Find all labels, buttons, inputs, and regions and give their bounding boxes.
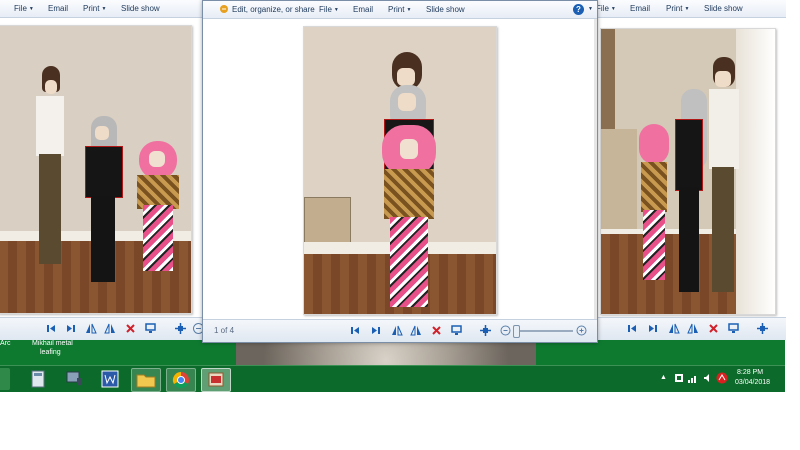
rotate-cw-icon[interactable]	[104, 322, 117, 335]
taskbar-word[interactable]	[96, 368, 124, 390]
delete-icon[interactable]	[707, 322, 720, 335]
photo-viewer-right[interactable]: File ▼ Email Print ▼ Slide show	[596, 0, 786, 340]
zoom-in-icon[interactable]	[575, 324, 588, 337]
rotate-ccw-icon[interactable]	[667, 322, 680, 335]
network-icon[interactable]	[688, 373, 698, 383]
rotate-ccw-icon[interactable]	[390, 324, 403, 337]
clock-date[interactable]: 03/04/2018	[735, 379, 770, 386]
slideshow-button[interactable]: Slide show	[704, 4, 743, 13]
slideshow-icon[interactable]	[727, 322, 740, 335]
taskbar-security[interactable]	[60, 368, 88, 390]
fit-icon[interactable]	[479, 324, 492, 337]
volume-icon[interactable]	[703, 373, 713, 383]
doll-photo	[0, 25, 192, 314]
delete-icon[interactable]	[430, 324, 443, 337]
file-menu[interactable]: File ▼	[14, 4, 34, 13]
print-menu-label: Print	[388, 5, 405, 14]
doll-figure	[36, 66, 64, 266]
taskbar-calculator[interactable]	[24, 368, 52, 390]
print-menu[interactable]: Print ▼	[666, 4, 689, 13]
chrome-icon	[172, 371, 189, 389]
file-menu[interactable]: File ▼	[596, 4, 616, 13]
doll-figure	[382, 125, 436, 314]
help-dropdown-icon[interactable]: ▼	[588, 6, 593, 12]
previous-icon[interactable]	[626, 322, 639, 335]
zoom-out-icon[interactable]	[192, 322, 202, 335]
photo-viewer-center[interactable]: Edit, organize, or share File ▼ Email Pri…	[202, 0, 598, 343]
email-button[interactable]: Email	[630, 4, 650, 13]
monitor-shield-icon	[66, 371, 82, 386]
doll-photo	[303, 26, 497, 315]
slideshow-icon[interactable]	[144, 322, 157, 335]
antivirus-icon[interactable]	[716, 372, 728, 384]
calculator-icon	[31, 370, 45, 388]
navigation-bar: 1 of 4	[203, 319, 597, 342]
previous-icon[interactable]	[45, 322, 58, 335]
navigation-bar	[596, 317, 786, 340]
taskbar-photo-viewer[interactable]	[201, 368, 231, 392]
doll-figure	[137, 141, 179, 281]
command-bar: Edit, organize, or share File ▼ Email Pri…	[203, 1, 597, 19]
next-icon[interactable]	[64, 322, 77, 335]
next-icon[interactable]	[646, 322, 659, 335]
image-counter: 1 of 4	[214, 326, 235, 335]
taskbar-chrome[interactable]	[166, 368, 196, 392]
zoom-slider[interactable]	[515, 330, 573, 332]
doll-figure	[637, 124, 671, 304]
file-menu-label: File	[14, 4, 27, 13]
tray-app-icon[interactable]	[674, 373, 684, 383]
scrollbar[interactable]	[594, 19, 597, 319]
print-menu[interactable]: Print ▼	[83, 4, 106, 13]
command-bar: File ▼ Email Print ▼ Slide show	[0, 0, 202, 18]
command-bar: File ▼ Email Print ▼ Slide show	[596, 0, 786, 18]
slideshow-icon[interactable]	[450, 324, 463, 337]
image-pane	[0, 18, 202, 317]
rotate-cw-icon[interactable]	[410, 324, 423, 337]
file-menu[interactable]: File ▼	[319, 5, 339, 14]
edit-organize-icon	[220, 5, 228, 13]
delete-icon[interactable]	[124, 322, 137, 335]
doll-figure	[85, 116, 123, 286]
help-icon[interactable]: ?	[573, 4, 584, 15]
desktop-label-arc[interactable]: Arc	[0, 340, 11, 347]
fit-icon[interactable]	[756, 322, 769, 335]
taskbar-explorer[interactable]	[131, 368, 161, 392]
slideshow-button[interactable]: Slide show	[121, 4, 160, 13]
start-button[interactable]	[0, 368, 10, 390]
file-menu-label: File	[319, 5, 332, 14]
show-hidden-icons[interactable]: ▲	[660, 374, 667, 381]
zoom-slider-thumb[interactable]	[513, 325, 520, 338]
desktop-label-leafing[interactable]: leafing	[40, 349, 61, 356]
folder-icon	[136, 374, 156, 388]
fit-icon[interactable]	[174, 322, 187, 335]
slideshow-button[interactable]: Slide show	[426, 5, 465, 14]
clock-time[interactable]: 8:28 PM	[737, 369, 763, 376]
print-menu[interactable]: Print ▼	[388, 5, 411, 14]
image-pane	[203, 19, 597, 319]
doll-photo	[600, 28, 776, 315]
print-menu-label: Print	[666, 4, 683, 13]
email-button[interactable]: Email	[48, 4, 68, 13]
doll-figure	[709, 57, 739, 297]
print-menu-label: Print	[83, 4, 100, 13]
doll-figure	[673, 89, 707, 299]
email-button[interactable]: Email	[353, 5, 373, 14]
desktop-label-mikhail[interactable]: Mikhail metal	[32, 340, 73, 347]
edit-organize-menu[interactable]: Edit, organize, or share	[232, 5, 315, 14]
photo-viewer-left[interactable]: File ▼ Email Print ▼ Slide show	[0, 0, 202, 340]
word-icon	[101, 370, 119, 388]
taskbar: ▲ 8:28 PM 03/04/2018	[0, 365, 785, 392]
zoom-out-icon[interactable]	[499, 324, 512, 337]
navigation-bar	[0, 317, 202, 340]
image-pane	[596, 18, 786, 317]
rotate-ccw-icon[interactable]	[84, 322, 97, 335]
rotate-cw-icon[interactable]	[687, 322, 700, 335]
photo-viewer-icon	[208, 372, 224, 387]
previous-icon[interactable]	[349, 324, 362, 337]
next-icon[interactable]	[369, 324, 382, 337]
